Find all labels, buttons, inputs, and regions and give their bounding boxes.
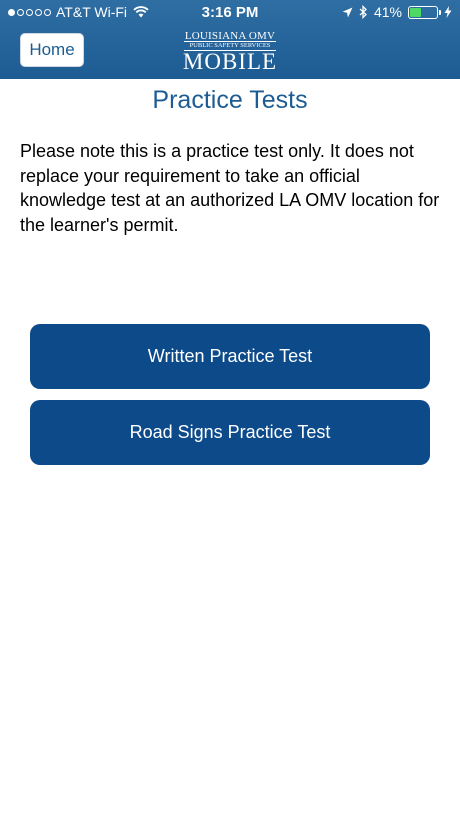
status-right: 41% (342, 4, 452, 20)
app-header: AT&T Wi-Fi 3:16 PM 41% Home LOUISIANA OM… (0, 0, 460, 79)
page-title: Practice Tests (152, 86, 308, 114)
bluetooth-icon (359, 5, 367, 19)
home-button[interactable]: Home (20, 33, 84, 67)
battery-icon (408, 5, 441, 19)
status-bar: AT&T Wi-Fi 3:16 PM 41% (0, 0, 460, 26)
location-arrow-icon (342, 7, 353, 17)
road-signs-practice-test-button[interactable]: Road Signs Practice Test (30, 400, 430, 465)
battery-fill (410, 7, 421, 17)
louisiana-omv-logo: LOUISIANA OMV PUBLIC SAFETY SERVICES MOB… (180, 30, 280, 74)
logo-line-3: MOBILE (182, 49, 278, 74)
logo-line-1: LOUISIANA OMV (184, 30, 276, 42)
written-practice-test-button[interactable]: Written Practice Test (30, 324, 430, 389)
practice-test-disclaimer: Please note this is a practice test only… (20, 141, 440, 235)
battery-percent: 41% (373, 4, 402, 20)
charging-bolt-icon (444, 6, 452, 18)
